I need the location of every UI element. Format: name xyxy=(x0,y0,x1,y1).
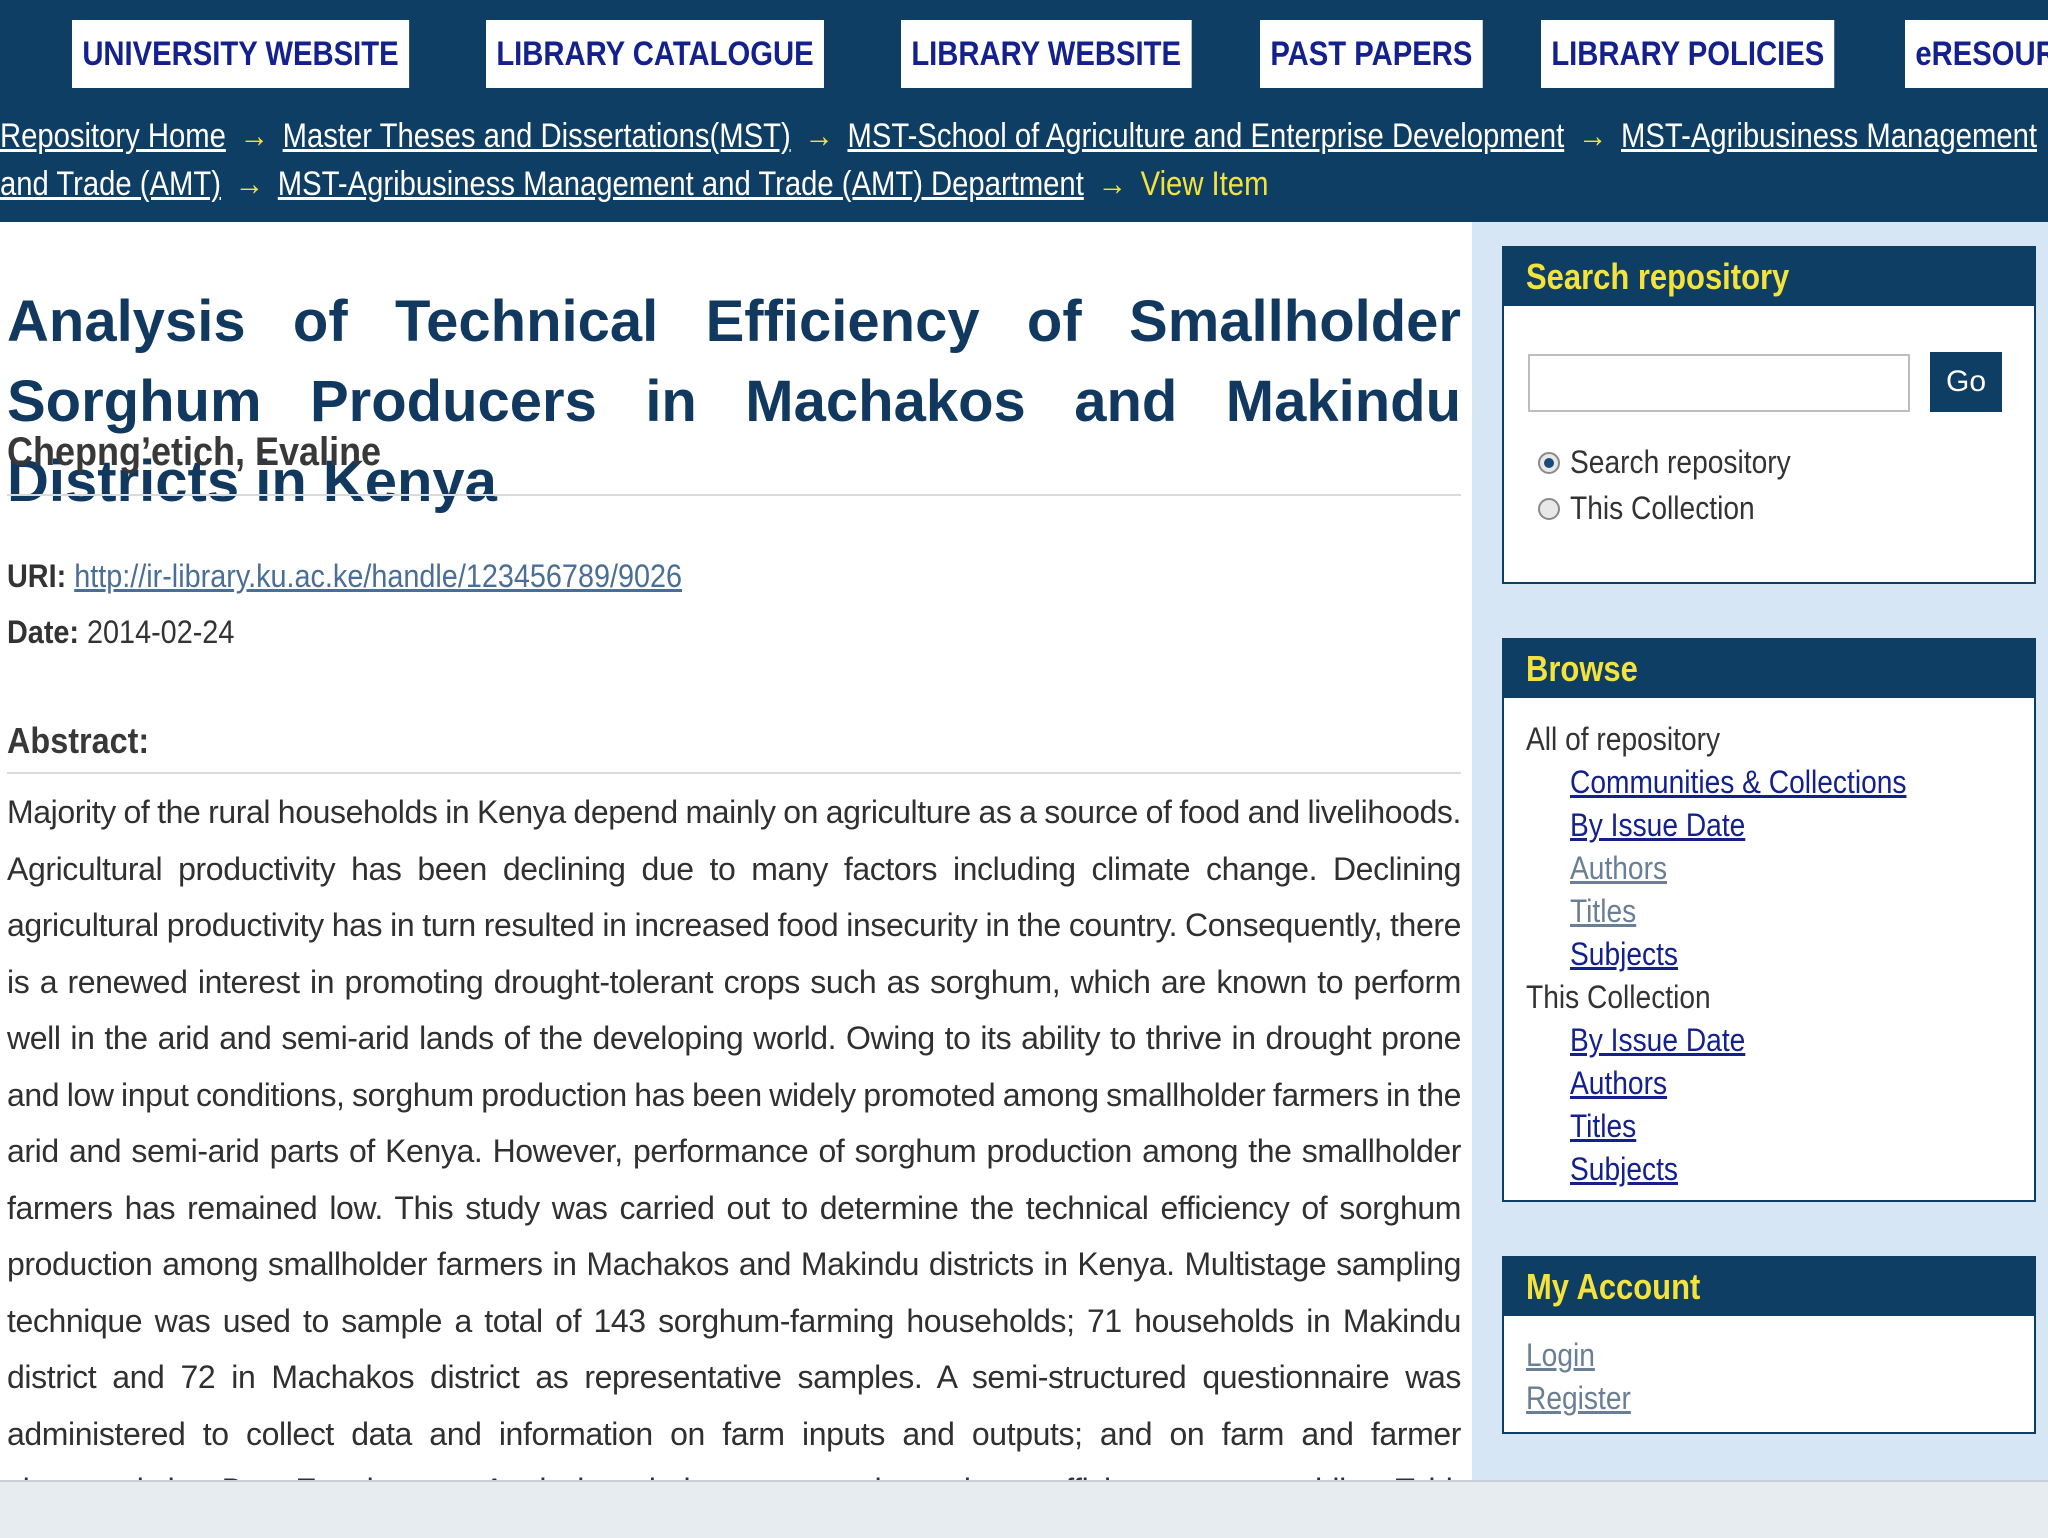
browse-all-titles[interactable]: Titles xyxy=(1570,890,1636,933)
nav-university-website[interactable]: UNIVERSITY WEBSITE xyxy=(72,20,409,88)
account-links: Login Register xyxy=(1526,1334,1645,1420)
browse-collection-subjects[interactable]: Subjects xyxy=(1570,1148,1678,1191)
breadcrumb: Repository Home → Master Theses and Disser… xyxy=(0,112,2047,208)
date-field: Date: 2014-02-24 xyxy=(7,614,234,651)
breadcrumb-arrow: → xyxy=(239,117,269,155)
breadcrumb-agribusiness-department[interactable]: MST-Agribusiness Management and Trade (A… xyxy=(278,165,1084,203)
browse-list: All of repository Communities & Collecti… xyxy=(1526,718,1952,1191)
go-button[interactable]: Go xyxy=(1930,352,2002,412)
search-panel-title: Search repository xyxy=(1504,248,2034,306)
nav-library-policies[interactable]: LIBRARY POLICIES xyxy=(1541,20,1835,88)
search-panel: Search repository Go Search repository T… xyxy=(1502,246,2036,584)
date-value: 2014-02-24 xyxy=(87,614,235,650)
item-author: Chepng’etich, Evaline xyxy=(7,430,382,474)
nav-library-website[interactable]: LIBRARY WEBSITE xyxy=(900,20,1192,88)
breadcrumb-arrow: → xyxy=(1577,117,1608,155)
browse-all-authors[interactable]: Authors xyxy=(1570,847,1667,890)
breadcrumb-arrow: → xyxy=(1097,165,1127,203)
browse-panel-title: Browse xyxy=(1504,640,2034,698)
item-title: Analysis of Technical Efficiency of Smal… xyxy=(7,289,1461,514)
breadcrumb-arrow: → xyxy=(234,165,265,203)
browse-collection-authors[interactable]: Authors xyxy=(1570,1062,1667,1105)
account-panel: My Account Login Register xyxy=(1502,1256,2036,1434)
login-link[interactable]: Login xyxy=(1526,1334,1595,1377)
nav-past-papers[interactable]: PAST PAPERS xyxy=(1260,20,1483,88)
uri-field: URI: http://ir-library.ku.ac.ke/handle/1… xyxy=(7,558,682,595)
item-view: Analysis of Technical Efficiency of Smal… xyxy=(0,222,1472,1480)
abstract-text: Majority of the rural households in Keny… xyxy=(7,794,1461,1480)
nav-eresources[interactable]: eRESOURCES xyxy=(1904,20,2048,88)
browser-status-bar xyxy=(0,1480,2048,1538)
breadcrumb-current: View Item xyxy=(1140,165,1269,203)
browse-collection-label: This Collection xyxy=(1526,979,1711,1015)
uri-link[interactable]: http://ir-library.ku.ac.ke/handle/123456… xyxy=(74,558,682,594)
radio-checked[interactable] xyxy=(1538,451,1560,474)
abstract-label: Abstract: xyxy=(7,720,150,761)
breadcrumb-master-theses[interactable]: Master Theses and Dissertations(MST) xyxy=(283,117,791,155)
radio-unchecked[interactable] xyxy=(1538,497,1560,520)
date-label: Date: xyxy=(7,614,80,650)
browse-panel: Browse All of repository Communities & C… xyxy=(1502,638,2036,1202)
search-scope-repository[interactable]: Search repository xyxy=(1538,444,1821,481)
top-navigation: UNIVERSITY WEBSITE LIBRARY CATALOGUE LIB… xyxy=(72,20,2048,88)
search-input[interactable] xyxy=(1528,354,1910,412)
browse-all-communities[interactable]: Communities & Collections xyxy=(1570,761,1906,804)
breadcrumb-repository-home[interactable]: Repository Home xyxy=(0,117,226,155)
nav-library-catalogue[interactable]: LIBRARY CATALOGUE xyxy=(485,20,824,88)
breadcrumb-school-agriculture[interactable]: MST-School of Agriculture and Enterprise… xyxy=(847,117,1564,155)
breadcrumb-arrow: → xyxy=(804,117,834,155)
search-scope-collection[interactable]: This Collection xyxy=(1538,490,1780,527)
divider xyxy=(7,494,1461,496)
register-link[interactable]: Register xyxy=(1526,1377,1631,1420)
browse-collection-titles[interactable]: Titles xyxy=(1570,1105,1636,1148)
browse-all-issue-date[interactable]: By Issue Date xyxy=(1570,804,1745,847)
browse-collection-issue-date[interactable]: By Issue Date xyxy=(1570,1019,1745,1062)
site-header: UNIVERSITY WEBSITE LIBRARY CATALOGUE LIB… xyxy=(0,0,2048,222)
browse-all-subjects[interactable]: Subjects xyxy=(1570,933,1678,976)
divider xyxy=(7,772,1461,774)
browse-all-label: All of repository xyxy=(1526,721,1721,757)
uri-label: URI: xyxy=(7,558,67,594)
account-panel-title: My Account xyxy=(1504,1258,2034,1316)
